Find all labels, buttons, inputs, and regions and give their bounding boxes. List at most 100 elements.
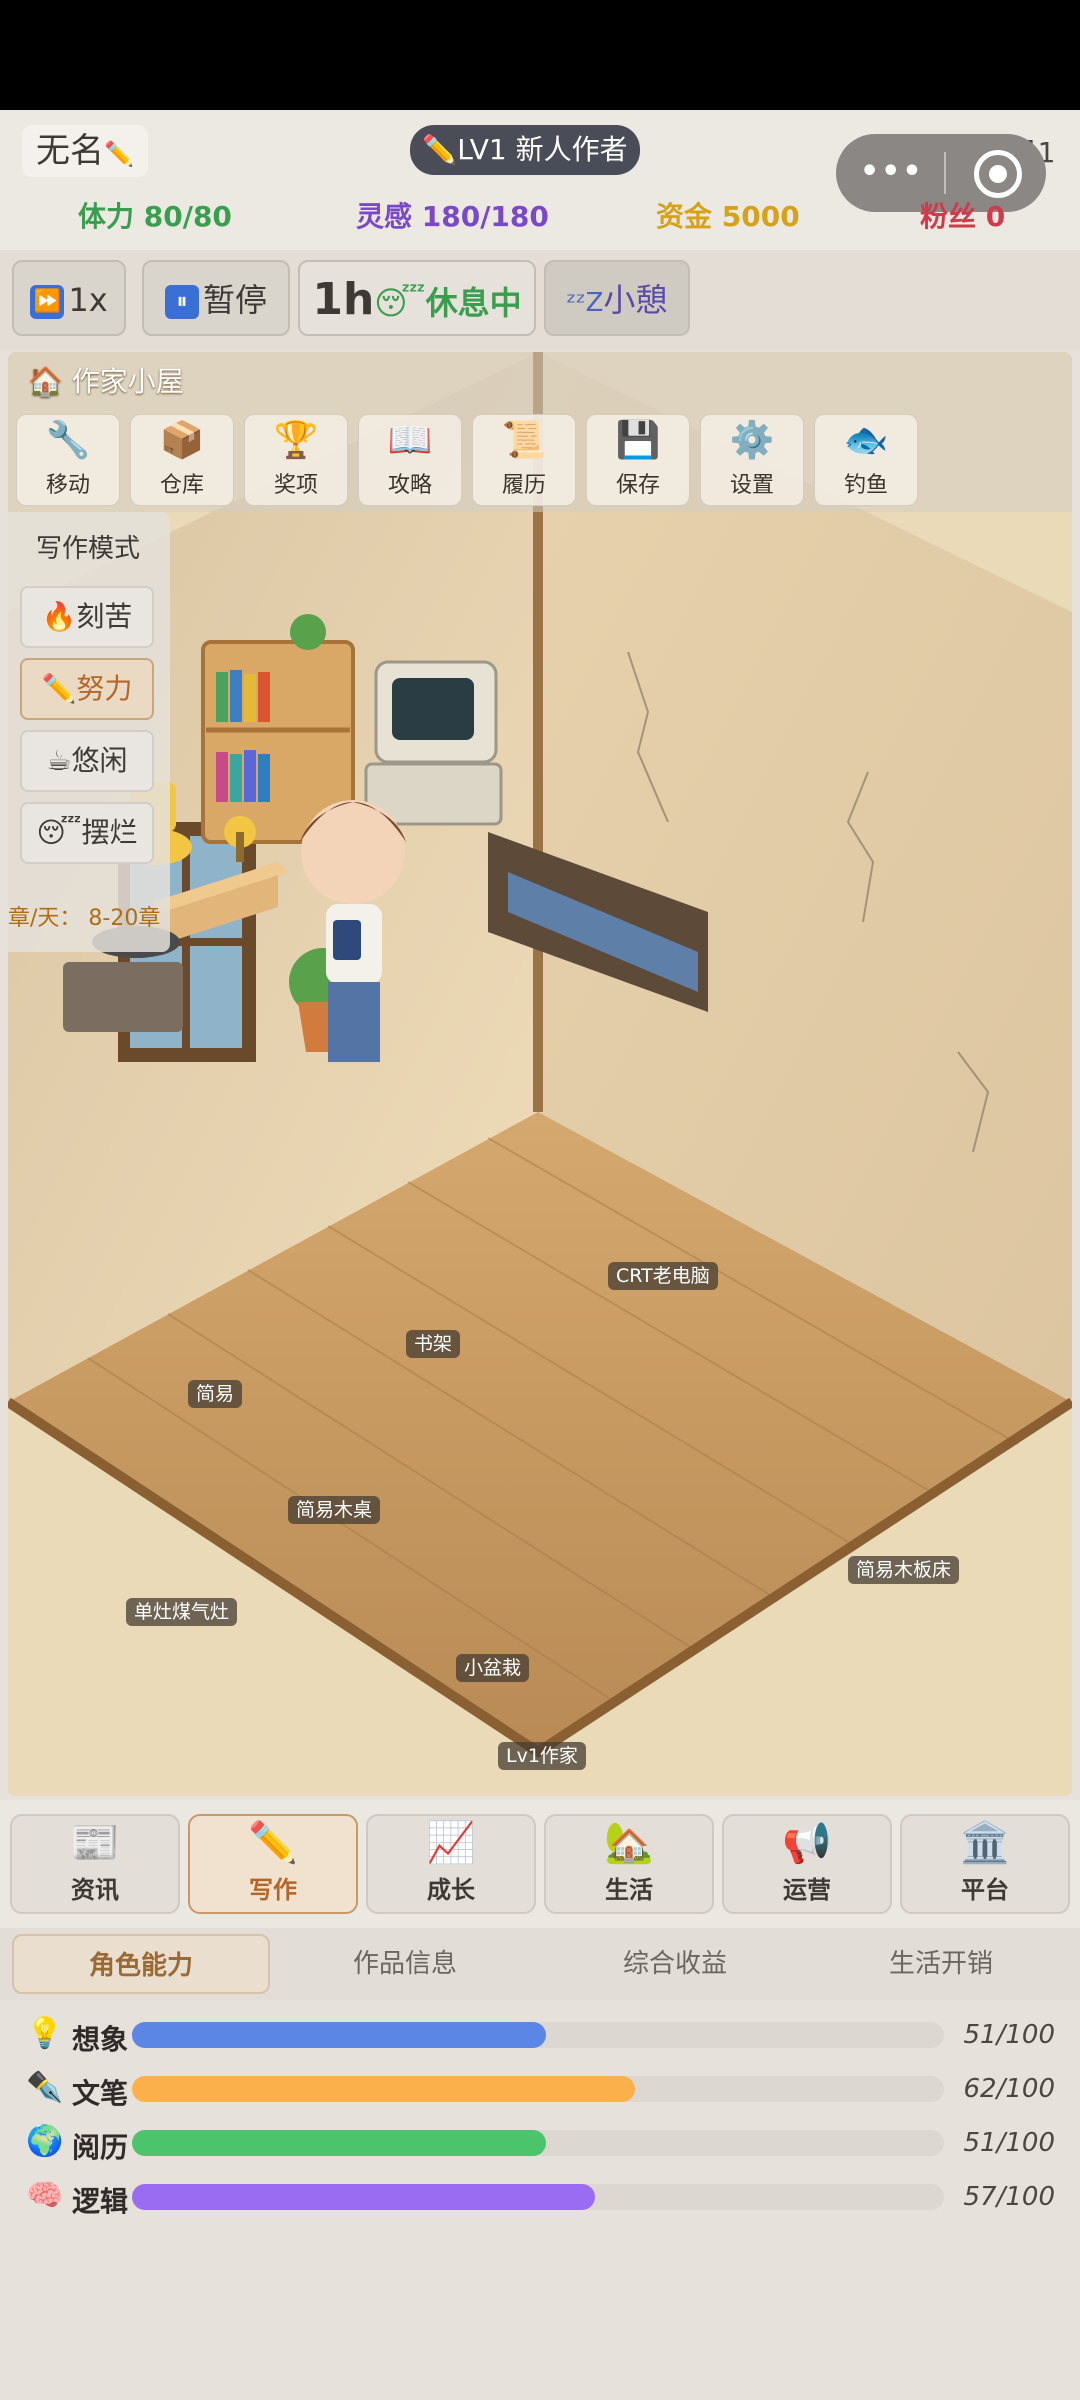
tool-save[interactable]: 💾 保存	[586, 414, 690, 506]
trophy-icon: 🏆	[273, 420, 319, 461]
tool-settings-label: 设置	[729, 473, 774, 498]
tab-writing-label: 写作	[249, 1876, 297, 1904]
coffee-icon: ☕	[46, 744, 72, 777]
ability-experience-fill	[132, 2130, 547, 2156]
time-label: 1h	[312, 274, 375, 325]
tab-news-label: 资讯	[71, 1876, 119, 1904]
building-icon: 🏛️	[960, 1820, 1010, 1866]
mode-slack-label: 摆烂	[81, 816, 138, 849]
rest-status: 1h😴休息中	[298, 260, 536, 336]
pen-icon: ✒️	[26, 2070, 64, 2105]
chart-up-icon: 📈	[426, 1820, 476, 1866]
tab-operations-label: 运营	[783, 1876, 831, 1904]
bookshelf-label[interactable]: 书架	[406, 1330, 461, 1358]
writing-mode-title: 写作模式	[36, 534, 141, 564]
subtab-expenses[interactable]: 生活开销	[826, 1934, 1056, 1994]
ability-logic-label: 逻辑	[72, 2185, 129, 2218]
brain-icon: 🧠	[26, 2178, 64, 2213]
lightbulb-icon: 💡	[26, 2016, 64, 2051]
package-icon: 📦	[159, 420, 205, 461]
tab-growth[interactable]: 📈 成长	[366, 1814, 536, 1914]
pencil-icon: ✏️	[104, 140, 134, 168]
player-label[interactable]: Lv1作家	[498, 1742, 586, 1770]
plant-label[interactable]: 小盆栽	[456, 1654, 530, 1682]
ability-imagination-bar	[132, 2022, 944, 2048]
chapters-per-day: 章/天： 8-20章	[8, 906, 161, 931]
mode-hardwork-label: 刻苦	[76, 600, 133, 633]
pencil-icon: ✏️	[41, 672, 77, 705]
tab-life-label: 生活	[605, 1876, 653, 1904]
tab-news[interactable]: 📰 资讯	[10, 1814, 180, 1914]
nap-button[interactable]: ᶻᶻZ小憩	[544, 260, 690, 336]
player-name[interactable]: 无名✏️	[22, 125, 148, 177]
tool-warehouse-label: 仓库	[159, 473, 204, 498]
subtab-works[interactable]: 作品信息	[290, 1934, 520, 1994]
more-icon[interactable]: •••	[860, 154, 924, 189]
computer-label[interactable]: CRT老电脑	[608, 1262, 718, 1290]
close-target-icon[interactable]	[974, 150, 1022, 198]
gear-icon: ⚙️	[729, 420, 775, 461]
tool-resume[interactable]: 📜 履历	[472, 414, 576, 506]
fish-icon: 🐟	[843, 420, 889, 461]
tool-resume-label: 履历	[501, 473, 546, 498]
tool-save-label: 保存	[615, 473, 660, 498]
subtab-income[interactable]: 综合收益	[560, 1934, 790, 1994]
tool-fishing[interactable]: 🐟 钓鱼	[814, 414, 918, 506]
tool-guide-label: 攻略	[387, 473, 432, 498]
newspaper-icon: 📰	[70, 1820, 120, 1866]
ability-imagination-label: 想象	[72, 2023, 129, 2056]
ability-logic-bar	[132, 2184, 944, 2210]
zzz-icon: ᶻᶻZ	[566, 288, 604, 318]
tab-platform-label: 平台	[961, 1876, 1009, 1904]
ability-writing-fill	[132, 2076, 636, 2102]
tool-awards[interactable]: 🏆 奖项	[244, 414, 348, 506]
tab-platform[interactable]: 🏛️ 平台	[900, 1814, 1070, 1914]
stove-label[interactable]: 单灶煤气灶	[126, 1598, 238, 1626]
mode-slack[interactable]: 😴摆烂	[20, 802, 154, 864]
tab-growth-label: 成长	[427, 1876, 475, 1904]
tab-life[interactable]: 🏡 生活	[544, 1814, 714, 1914]
pause-icon: ⏸	[164, 285, 199, 319]
tool-guide[interactable]: 📖 攻略	[358, 414, 462, 506]
inspiration-stat: 灵感 180/180	[356, 200, 549, 233]
tab-operations[interactable]: 📢 运营	[722, 1814, 892, 1914]
subtab-abilities[interactable]: 角色能力	[12, 1934, 270, 1994]
tool-warehouse[interactable]: 📦 仓库	[130, 414, 234, 506]
wrench-icon: 🔧	[45, 420, 91, 461]
writer-room-scene[interactable]: 🏠 作家小屋 🔧 移动 📦 仓库 🏆 奖项 📖 攻略 📜 履历 💾 保存 ⚙️ 设置 🐟 钓鱼 …	[8, 352, 1072, 1796]
megaphone-icon: 📢	[782, 1820, 832, 1866]
speed-label: 1x	[68, 281, 108, 319]
tool-move[interactable]: 🔧 移动	[16, 414, 120, 506]
room-title: 🏠 作家小屋	[28, 365, 184, 398]
ability-experience-value: 51/100	[963, 2128, 1055, 2158]
desk-label[interactable]: 简易木桌	[288, 1496, 381, 1524]
stamina-stat: 体力 80/80	[78, 200, 232, 233]
mode-leisure[interactable]: ☕悠闲	[20, 730, 154, 792]
chair-label[interactable]: 简易	[188, 1380, 243, 1408]
name-text: 无名	[36, 131, 104, 171]
bed-label[interactable]: 简易木板床	[848, 1556, 960, 1584]
mode-leisure-label: 悠闲	[71, 744, 128, 777]
nap-label: 小憩	[603, 281, 668, 319]
scroll-icon: 📜	[501, 420, 547, 461]
floppy-disk-icon: 💾	[615, 420, 661, 461]
ability-imagination-fill	[132, 2022, 547, 2048]
ability-imagination-value: 51/100	[963, 2020, 1055, 2050]
tab-writing[interactable]: ✏️ 写作	[188, 1814, 358, 1914]
ability-logic-value: 57/100	[963, 2182, 1055, 2212]
tool-awards-label: 奖项	[273, 473, 318, 498]
tool-fishing-label: 钓鱼	[843, 473, 888, 498]
ability-writing-bar	[132, 2076, 944, 2102]
speed-button[interactable]: ⏩ 1x	[12, 260, 126, 336]
funds-stat: 资金 5000	[656, 200, 800, 233]
tool-settings[interactable]: ⚙️ 设置	[700, 414, 804, 506]
mode-effort[interactable]: ✏️努力	[20, 658, 154, 720]
globe-icon: 🌍	[26, 2124, 64, 2159]
ability-logic-fill	[132, 2184, 595, 2210]
house-icon: 🏡	[604, 1820, 654, 1866]
tool-move-label: 移动	[45, 473, 90, 498]
mode-hardwork[interactable]: 🔥刻苦	[20, 586, 154, 648]
pause-button[interactable]: ⏸ 暂停	[142, 260, 290, 336]
level-badge[interactable]: ✏️LV1 新人作者	[410, 125, 640, 175]
capsule-divider	[944, 152, 946, 194]
